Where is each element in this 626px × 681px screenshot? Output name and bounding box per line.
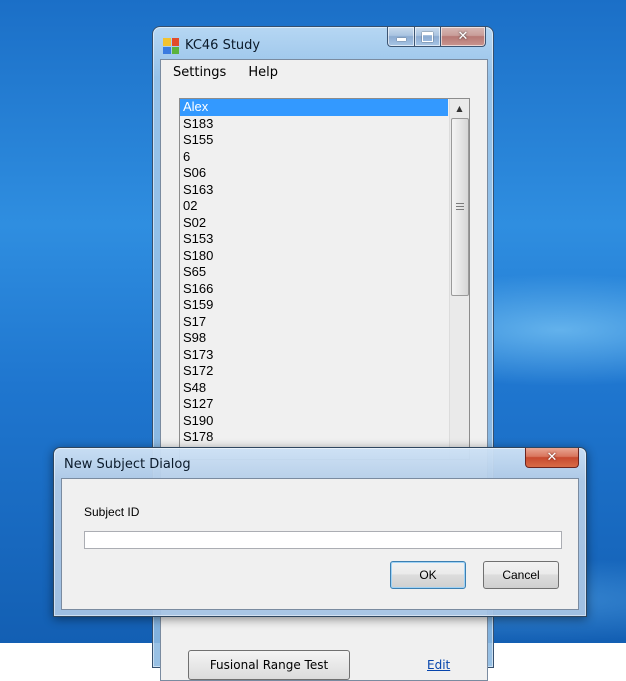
list-item[interactable]: S153 [180,231,448,248]
list-item[interactable]: S173 [180,347,448,364]
list-item[interactable]: S06 [180,165,448,182]
dialog-client-area: Subject ID OK Cancel [61,478,579,610]
dialog-title: New Subject Dialog [64,457,191,472]
new-subject-dialog: New Subject Dialog ✕ Subject ID OK Cance… [53,447,587,617]
list-item[interactable]: S172 [180,363,448,380]
close-icon: ✕ [546,450,558,465]
edit-link[interactable]: Edit [427,658,450,672]
caption-buttons: ✕ [387,27,486,47]
ok-button[interactable]: OK [390,561,466,589]
maximize-button[interactable] [415,27,441,47]
list-item[interactable]: S178 [180,429,448,446]
maximize-icon [422,31,433,42]
subject-id-input[interactable] [84,531,562,549]
list-item[interactable]: 02 [180,198,448,215]
grip-icon [456,203,464,210]
list-item[interactable]: S98 [180,330,448,347]
vertical-scrollbar[interactable]: ▲ [449,99,469,459]
main-titlebar[interactable]: KC46 Study ✕ [153,27,493,59]
list-item[interactable]: 6 [180,149,448,166]
menubar: Settings Help [161,60,487,84]
subject-listbox[interactable]: Alex S183 S155 6 S06 S163 02 S02 S153 S180 S65 S166… [179,98,470,460]
list-item[interactable]: S48 [180,380,448,397]
list-item[interactable]: S02 [180,215,448,232]
scroll-thumb[interactable] [451,118,469,296]
list-item[interactable]: S183 [180,116,448,133]
list-item[interactable]: S17 [180,314,448,331]
list-item[interactable]: S190 [180,413,448,430]
subject-id-label: Subject ID [84,505,140,519]
close-icon: ✕ [457,29,469,44]
list-item[interactable]: S166 [180,281,448,298]
dialog-close-button[interactable]: ✕ [525,448,579,468]
window-title: KC46 Study [185,38,261,53]
list-item[interactable]: S159 [180,297,448,314]
minimize-icon [396,38,406,41]
fusional-range-test-button[interactable]: Fusional Range Test [188,650,350,680]
list-item[interactable]: S163 [180,182,448,199]
list-item[interactable]: S155 [180,132,448,149]
menu-settings[interactable]: Settings [161,65,236,80]
close-button[interactable]: ✕ [441,27,486,47]
app-icon [163,38,179,54]
chevron-up-icon[interactable]: ▲ [450,99,469,117]
minimize-button[interactable] [387,27,415,47]
menu-help[interactable]: Help [236,65,288,80]
cancel-button[interactable]: Cancel [483,561,559,589]
list-item[interactable]: S180 [180,248,448,265]
subject-list: Alex S183 S155 6 S06 S163 02 S02 S153 S180 S65 S166… [180,99,448,446]
list-item[interactable]: S65 [180,264,448,281]
list-item[interactable]: S127 [180,396,448,413]
list-item[interactable]: Alex [180,99,448,116]
